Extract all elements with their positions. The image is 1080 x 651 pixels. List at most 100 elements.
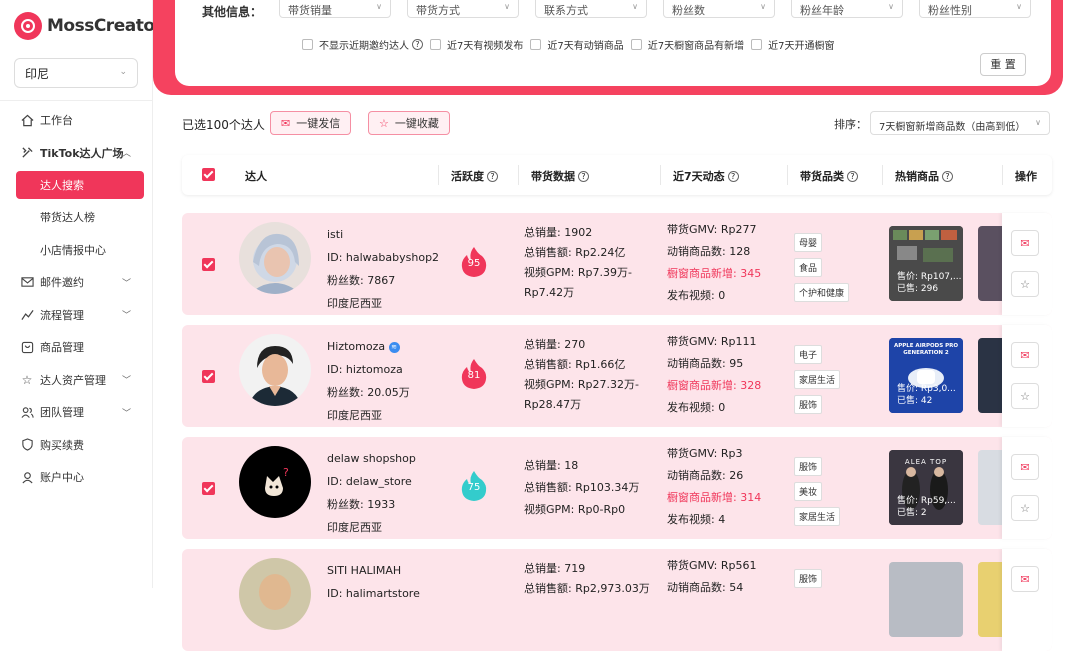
product-card[interactable]: 售价: Rp107,... 已售: 296	[889, 226, 963, 301]
total-sales: 总销量: 1902	[524, 226, 593, 239]
reset-button[interactable]: 重 置	[980, 53, 1026, 76]
help-icon[interactable]: ?	[412, 39, 423, 50]
home-icon	[20, 113, 34, 127]
showcase-new-7d: 橱窗商品新增: 345	[667, 267, 762, 280]
activity-badge: 95	[460, 246, 488, 278]
product-card[interactable]: APPLE AIRPODS PRO GENERATION 2 售价: Rp3,0…	[889, 338, 963, 413]
help-icon[interactable]: ?	[942, 170, 953, 182]
sidebar-item-workbench[interactable]: 工作台	[0, 104, 153, 137]
product-meta: 售价: Rp107,... 已售: 296	[897, 271, 961, 295]
sidebar-item-label: 邮件邀约	[40, 276, 84, 290]
showcase-open-7d-checkbox[interactable]	[751, 39, 763, 50]
row-checkbox[interactable]	[202, 482, 215, 495]
table-row: isti ID: halwababyshop2 粉丝数: 7867 印度尼西亚 …	[182, 213, 1052, 315]
sidebar-item-tiktok-square[interactable]: TikTok达人广场 ︿	[0, 137, 153, 170]
avatar[interactable]	[239, 222, 311, 294]
fans-count-select[interactable]: 粉丝数 ∨	[663, 0, 775, 18]
collect-button[interactable]: ☆	[1011, 383, 1039, 409]
help-icon[interactable]: ?	[487, 170, 498, 182]
collect-button[interactable]: ☆	[1011, 271, 1039, 297]
avatar[interactable]	[239, 334, 311, 406]
creator-name[interactable]: SITI HALIMAH	[327, 559, 420, 582]
chevron-down-icon: ∨	[504, 2, 510, 11]
row-actions: ✉	[1002, 549, 1052, 651]
avatar[interactable]: ?	[239, 446, 311, 518]
col-recent[interactable]: 近7天动态?	[673, 168, 739, 184]
activity-score: 75	[467, 482, 481, 493]
send-mail-button[interactable]: ✉	[1011, 230, 1039, 256]
sidebar-item-flow[interactable]: 流程管理 ﹀	[0, 299, 153, 332]
send-mail-button[interactable]: ✉	[1011, 342, 1039, 368]
total-revenue: 总销售额: Rp103.34万	[524, 481, 640, 494]
product-card[interactable]	[978, 226, 1002, 301]
sales-method-select[interactable]: 带货方式 ∨	[407, 0, 519, 18]
toolbar: 已选100个达人 ✉ 一键发信 ☆ 一键收藏 排序： 7天橱窗新增商品数（由高到…	[182, 111, 1052, 135]
col-sales[interactable]: 带货数据?	[531, 168, 589, 184]
hide-invited-checkbox[interactable]	[302, 39, 313, 50]
product-card[interactable]	[978, 562, 1002, 637]
sidebar: MossCreator 印尼 ⌄ 工作台 TikTok达人广场 ︿ 达人搜索 带…	[0, 0, 163, 588]
sidebar-item-label: 商品管理	[40, 341, 84, 355]
total-sales: 总销量: 719	[524, 562, 586, 575]
send-mail-button[interactable]: ✉	[1011, 566, 1039, 592]
sidebar-item-creator-search[interactable]: 达人搜索	[16, 171, 144, 199]
mail-icon	[20, 275, 34, 289]
avatar[interactable]	[239, 558, 311, 630]
product-card[interactable]	[889, 562, 963, 637]
mail-icon: ✉	[1020, 572, 1030, 586]
moving-goods-7d-checkbox[interactable]	[530, 39, 542, 50]
sidebar-item-team[interactable]: 团队管理 ﹀	[0, 396, 153, 429]
creator-name[interactable]: delaw shopshop	[327, 447, 416, 470]
row-checkbox[interactable]	[202, 258, 215, 271]
row-checkbox[interactable]	[202, 370, 215, 383]
logo-icon	[14, 12, 42, 40]
sidebar-item-account[interactable]: 账户中心	[0, 461, 153, 494]
region-select[interactable]: 印尼 ⌄	[14, 58, 138, 88]
creator-name[interactable]: isti	[327, 223, 439, 246]
verified-icon: ≋	[388, 341, 400, 353]
fans-gender-select[interactable]: 粉丝性别 ∨	[919, 0, 1031, 18]
sidebar-item-shop-intel[interactable]: 小店情报中心	[0, 234, 153, 267]
fans-age-select[interactable]: 粉丝年龄 ∨	[791, 0, 903, 18]
creator-name[interactable]: Hiztomoza ≋	[327, 335, 410, 358]
contact-select[interactable]: 联系方式 ∨	[535, 0, 647, 18]
col-category[interactable]: 带货品类?	[800, 168, 858, 184]
product-meta: 售价: Rp3,0... 已售: 42	[897, 383, 956, 407]
video-7d-checkbox[interactable]	[430, 39, 441, 50]
col-label: 带货数据	[531, 170, 575, 183]
product-card[interactable]: ALEA TOP 售价: Rp59,... 已售: 2	[889, 450, 963, 525]
bulk-send-button[interactable]: ✉ 一键发信	[270, 111, 352, 135]
sidebar-item-email-invite[interactable]: 邮件邀约 ﹀	[0, 266, 153, 299]
help-icon[interactable]: ?	[847, 170, 858, 182]
shield-icon	[20, 438, 34, 452]
star-icon: ☆	[379, 116, 389, 130]
category-tag: 服饰	[794, 457, 823, 476]
logo[interactable]: MossCreator	[14, 12, 163, 40]
col-label: 活跃度	[451, 170, 484, 183]
col-activity[interactable]: 活跃度?	[451, 168, 498, 184]
help-icon[interactable]: ?	[578, 170, 589, 182]
category-tag: 美妆	[794, 482, 823, 501]
creator-country: 印度尼西亚	[327, 297, 382, 310]
help-icon[interactable]: ?	[727, 170, 739, 182]
product-price: 售价: Rp107,...	[897, 272, 962, 282]
sidebar-item-label: 达人搜索	[40, 179, 84, 192]
sidebar-item-creator-assets[interactable]: ☆ 达人资产管理 ﹀	[0, 364, 153, 397]
product-card[interactable]	[978, 450, 1002, 525]
video-gpm: 视频GPM: Rp0-Rp0	[524, 503, 626, 516]
product-card[interactable]	[978, 338, 1002, 413]
col-hot[interactable]: 热销商品?	[895, 168, 953, 184]
divider	[518, 165, 519, 185]
total-sales: 总销量: 18	[524, 459, 579, 472]
showcase-new-7d-checkbox[interactable]	[630, 39, 642, 50]
select-all-checkbox[interactable]	[202, 168, 215, 181]
sidebar-item-creator-ranking[interactable]: 带货达人榜	[0, 201, 153, 234]
sort-select[interactable]: 7天橱窗新增商品数（由高到低） ∨	[870, 111, 1050, 135]
send-mail-button[interactable]: ✉	[1011, 454, 1039, 480]
recent-activity: 带货GMV: Rp277 动销商品数: 128 橱窗商品新增: 345 发布视频…	[667, 219, 761, 307]
sidebar-item-products[interactable]: 商品管理	[0, 331, 153, 364]
sidebar-item-purchase[interactable]: 购买续费	[0, 429, 153, 462]
collect-button[interactable]: ☆	[1011, 495, 1039, 521]
sales-volume-select[interactable]: 带货销量 ∨	[279, 0, 391, 18]
bulk-collect-button[interactable]: ☆ 一键收藏	[368, 111, 450, 135]
